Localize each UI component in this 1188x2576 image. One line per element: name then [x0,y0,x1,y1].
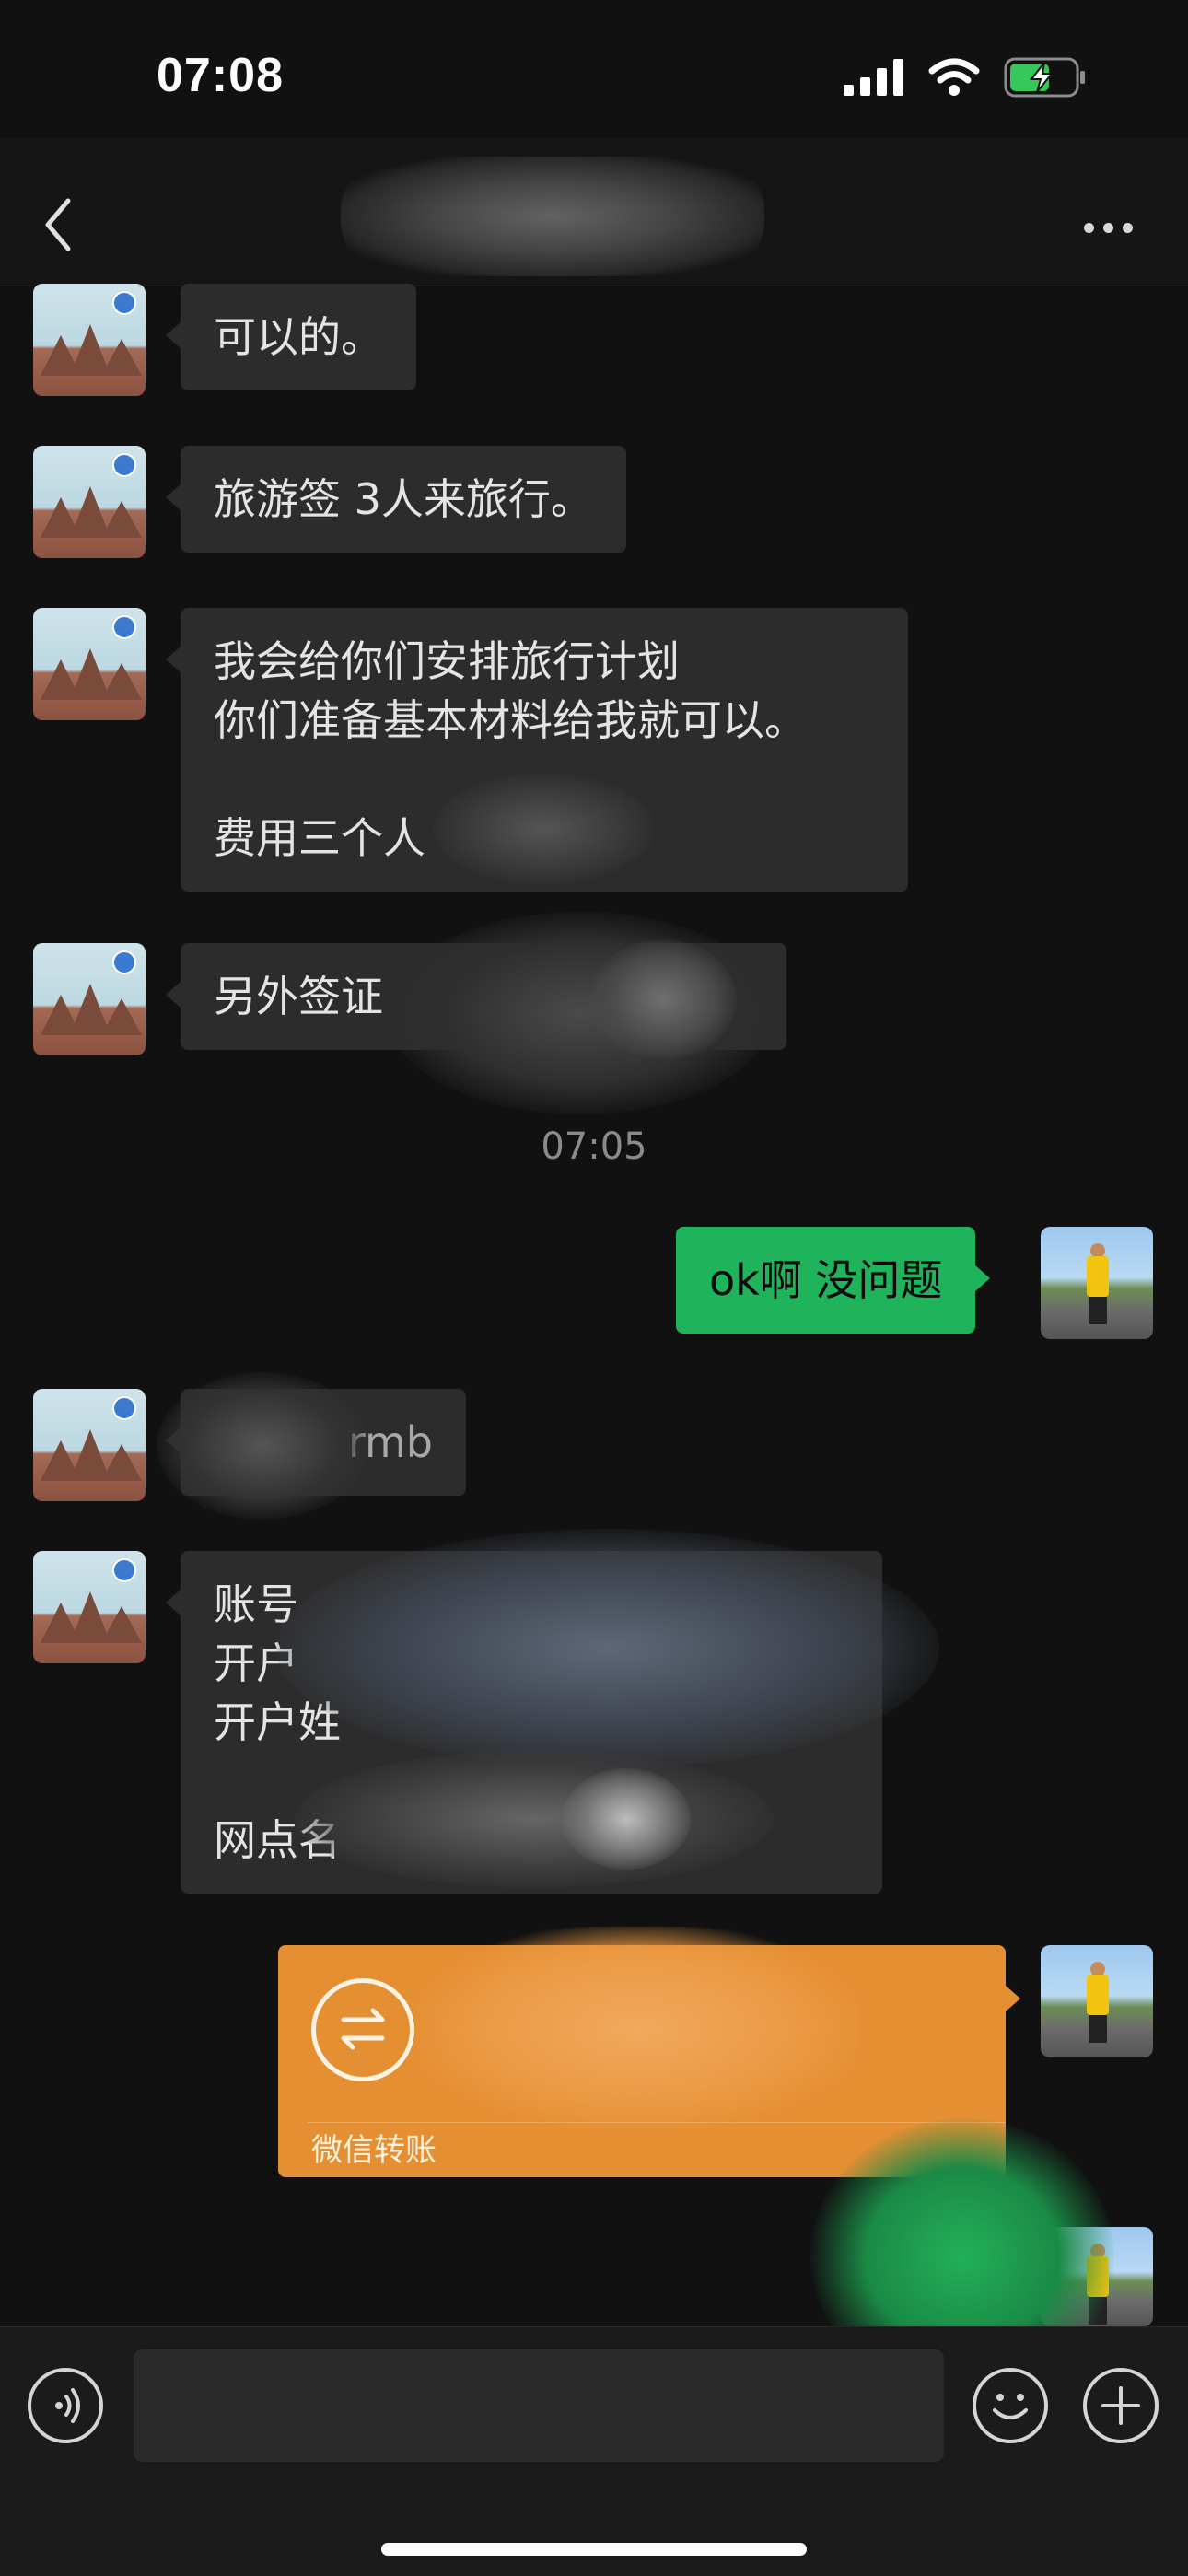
voice-icon[interactable] [28,2368,103,2443]
chat-title-redacted [341,157,764,276]
contact-avatar[interactable] [33,1551,146,1663]
contact-avatar[interactable] [33,446,146,558]
message-bubble-self[interactable]: ok啊 没问题 [676,1227,991,1334]
message-input[interactable] [134,2349,944,2462]
status-bar: 07:08 [0,0,1188,138]
message-timestamp: 07:05 [541,1125,647,1168]
self-avatar[interactable] [1041,1227,1153,1339]
contact-avatar[interactable] [33,608,146,720]
wechat-transfer-card[interactable]: 微信转账 [278,1927,1020,2177]
back-chevron-icon[interactable] [42,197,74,252]
self-avatar[interactable] [1041,1945,1153,2057]
contact-avatar[interactable] [33,284,146,396]
chat-input-bar [0,2326,1188,2576]
chat-header [0,138,1188,286]
battery-charging-icon [1004,57,1085,98]
more-options-icon[interactable] [1084,223,1133,233]
emoji-icon[interactable] [973,2368,1048,2443]
message-bubble[interactable]: 另外签证 [166,943,786,1050]
redaction-smudge [416,1927,858,2129]
signal-icon [844,59,903,96]
wifi-icon [928,58,980,96]
message-bubble[interactable]: 旅游签 3人来旅行。 [166,446,626,553]
transfer-label: 微信转账 [311,2132,437,2169]
message-bubble[interactable]: rmb [166,1389,466,1496]
message-bubble[interactable]: 可以的。 [166,284,416,390]
message-bubble[interactable]: 账号 开户 开户姓 网点名 [166,1551,882,1894]
status-icons [844,57,1087,98]
status-time: 07:08 [157,49,284,102]
contact-avatar[interactable] [33,943,146,1055]
contact-avatar[interactable] [33,1389,146,1501]
transfer-arrows-icon [311,1978,414,2081]
plus-icon[interactable] [1083,2368,1159,2443]
home-indicator [381,2543,807,2556]
self-avatar[interactable] [1041,2227,1153,2326]
message-bubble[interactable]: 我会给你们安排旅行计划 你们准备基本材料给我就可以。 费用三个人 [166,608,908,892]
